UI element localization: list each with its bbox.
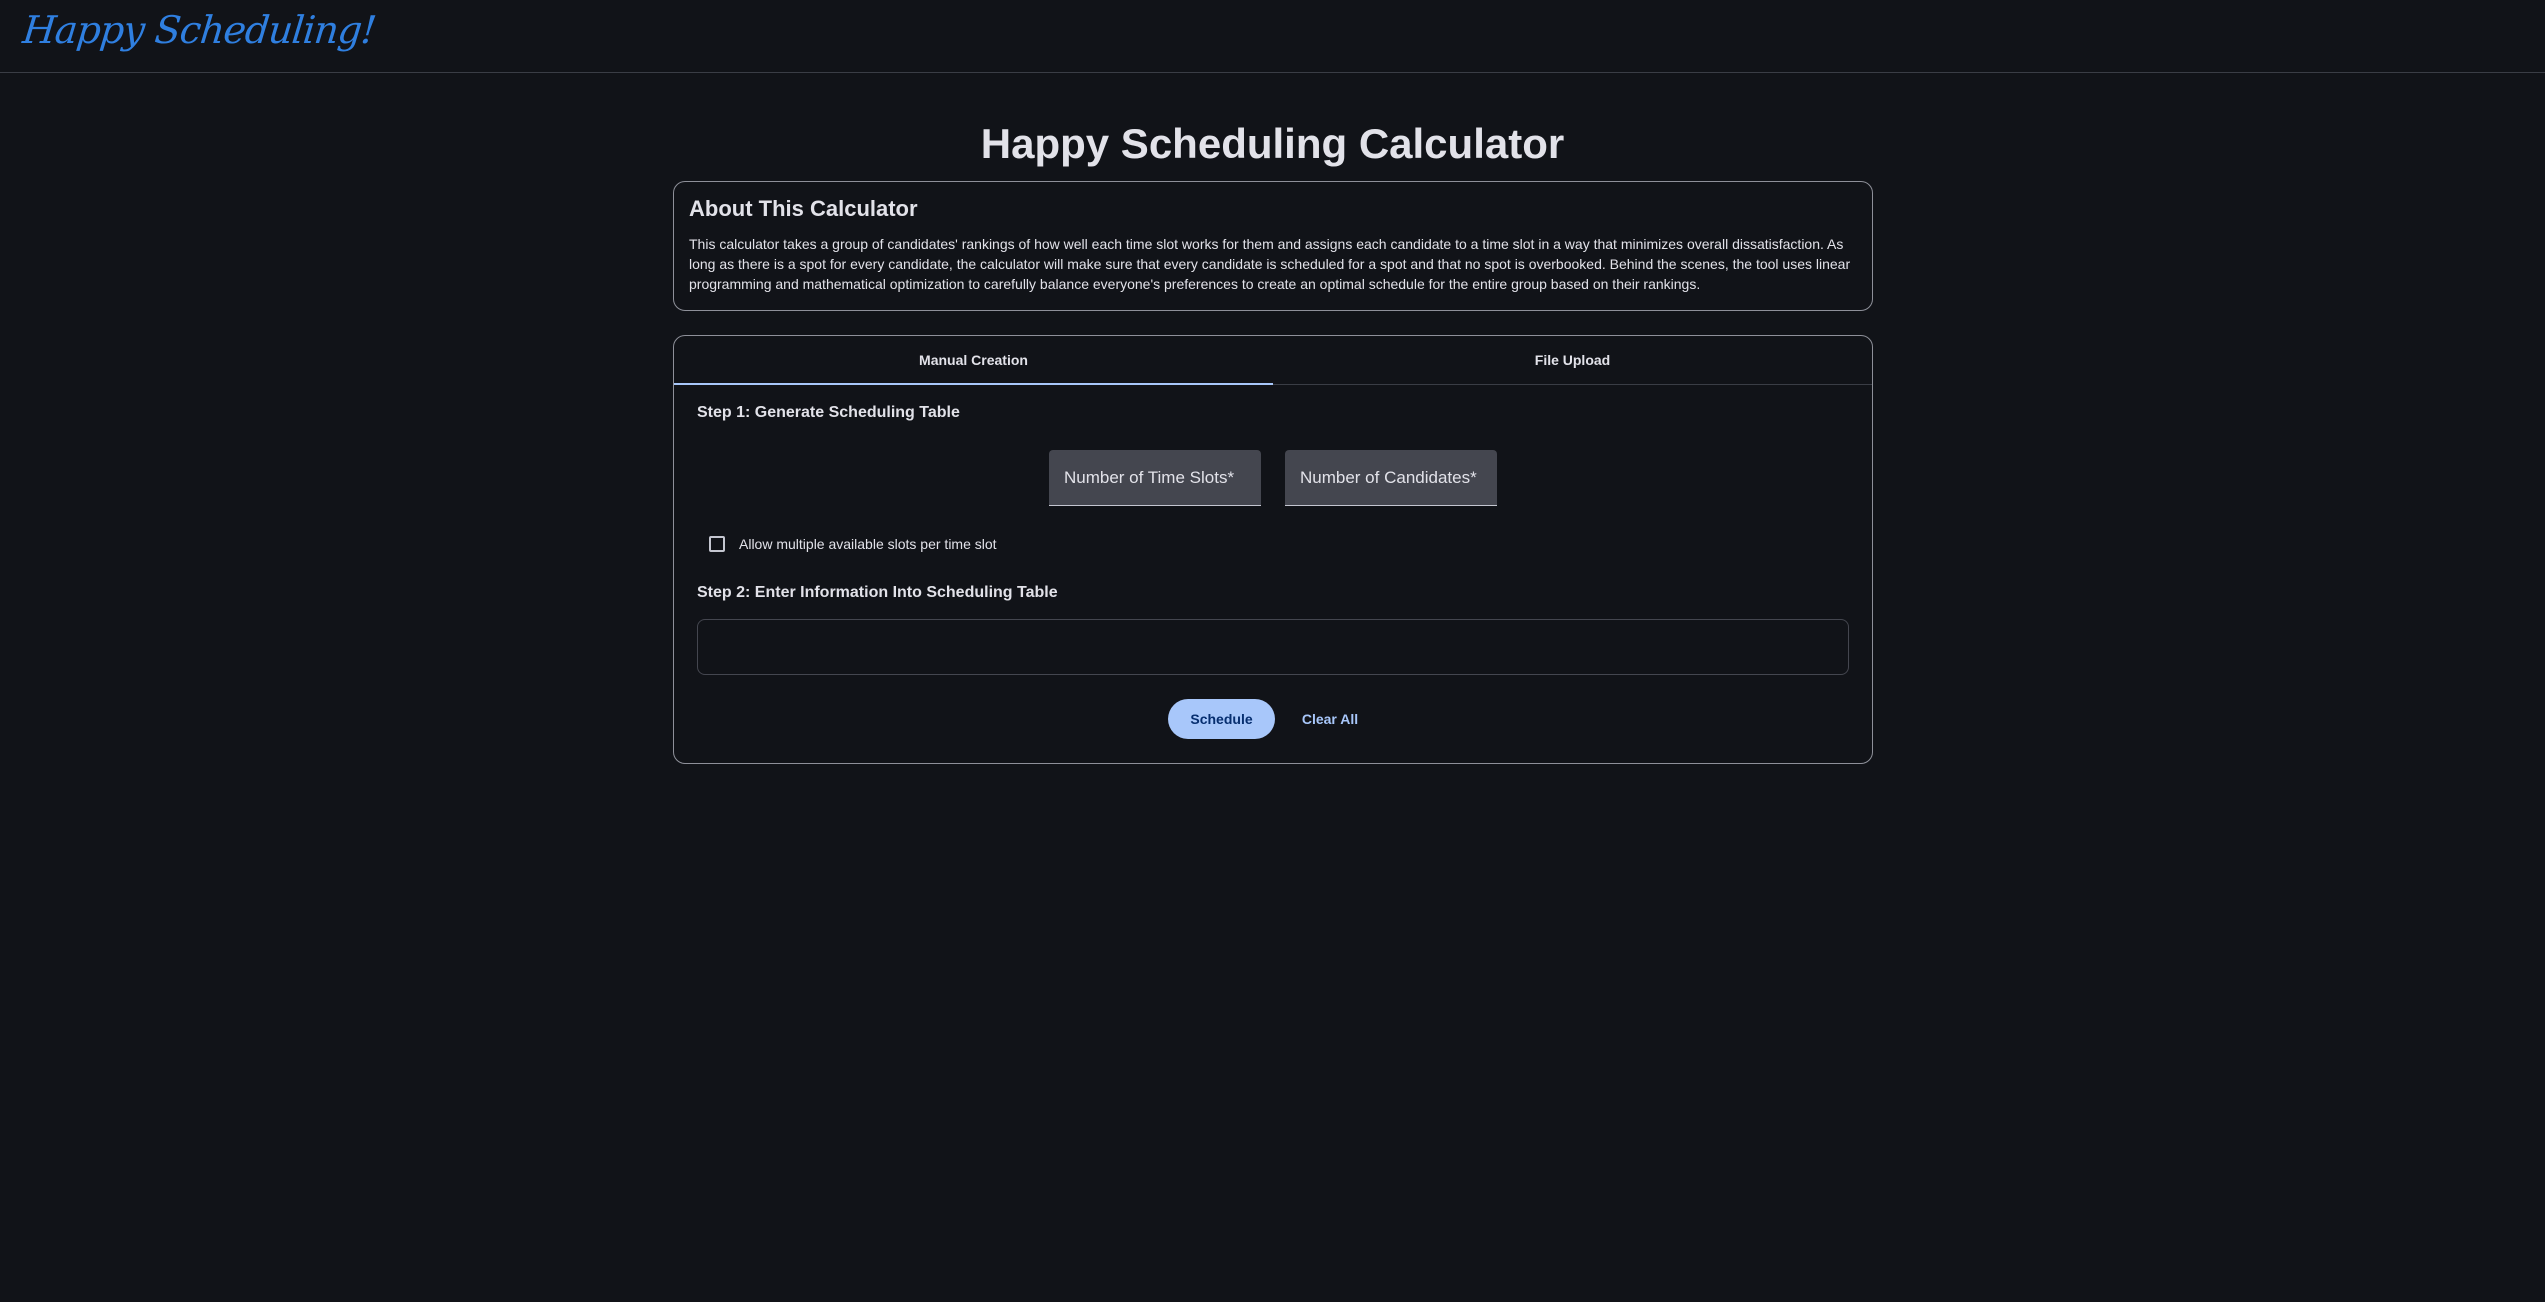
tab-file-upload[interactable]: File Upload <box>1273 336 1872 384</box>
clear-all-button[interactable]: Clear All <box>1295 699 1365 739</box>
multiple-slots-label[interactable]: Allow multiple available slots per time … <box>739 536 997 552</box>
top-bar: Happy Scheduling! <box>0 0 2545 73</box>
schedule-button[interactable]: Schedule <box>1168 699 1275 739</box>
scheduler-card: Manual Creation File Upload Step 1: Gene… <box>673 335 1873 764</box>
app-logo[interactable]: Happy Scheduling! <box>21 8 378 52</box>
tab-manual-creation[interactable]: Manual Creation <box>674 336 1273 385</box>
about-description: This calculator takes a group of candida… <box>689 236 1851 292</box>
time-slots-input[interactable]: Number of Time Slots* <box>1049 450 1261 506</box>
candidates-input[interactable]: Number of Candidates* <box>1285 450 1497 506</box>
multiple-slots-option: Allow multiple available slots per time … <box>709 534 997 554</box>
multiple-slots-checkbox[interactable] <box>709 536 725 552</box>
candidates-label: Number of Candidates* <box>1300 467 1477 487</box>
about-title: About This Calculator <box>689 196 918 221</box>
scheduling-table <box>697 619 1849 675</box>
about-card: About This Calculator This calculator ta… <box>673 181 1873 311</box>
step1-title: Step 1: Generate Scheduling Table <box>697 404 960 421</box>
step2-title: Step 2: Enter Information Into Schedulin… <box>697 584 1058 601</box>
tab-bar: Manual Creation File Upload <box>674 336 1872 385</box>
page-title: Happy Scheduling Calculator <box>980 120 1565 167</box>
time-slots-label: Number of Time Slots* <box>1064 467 1235 487</box>
